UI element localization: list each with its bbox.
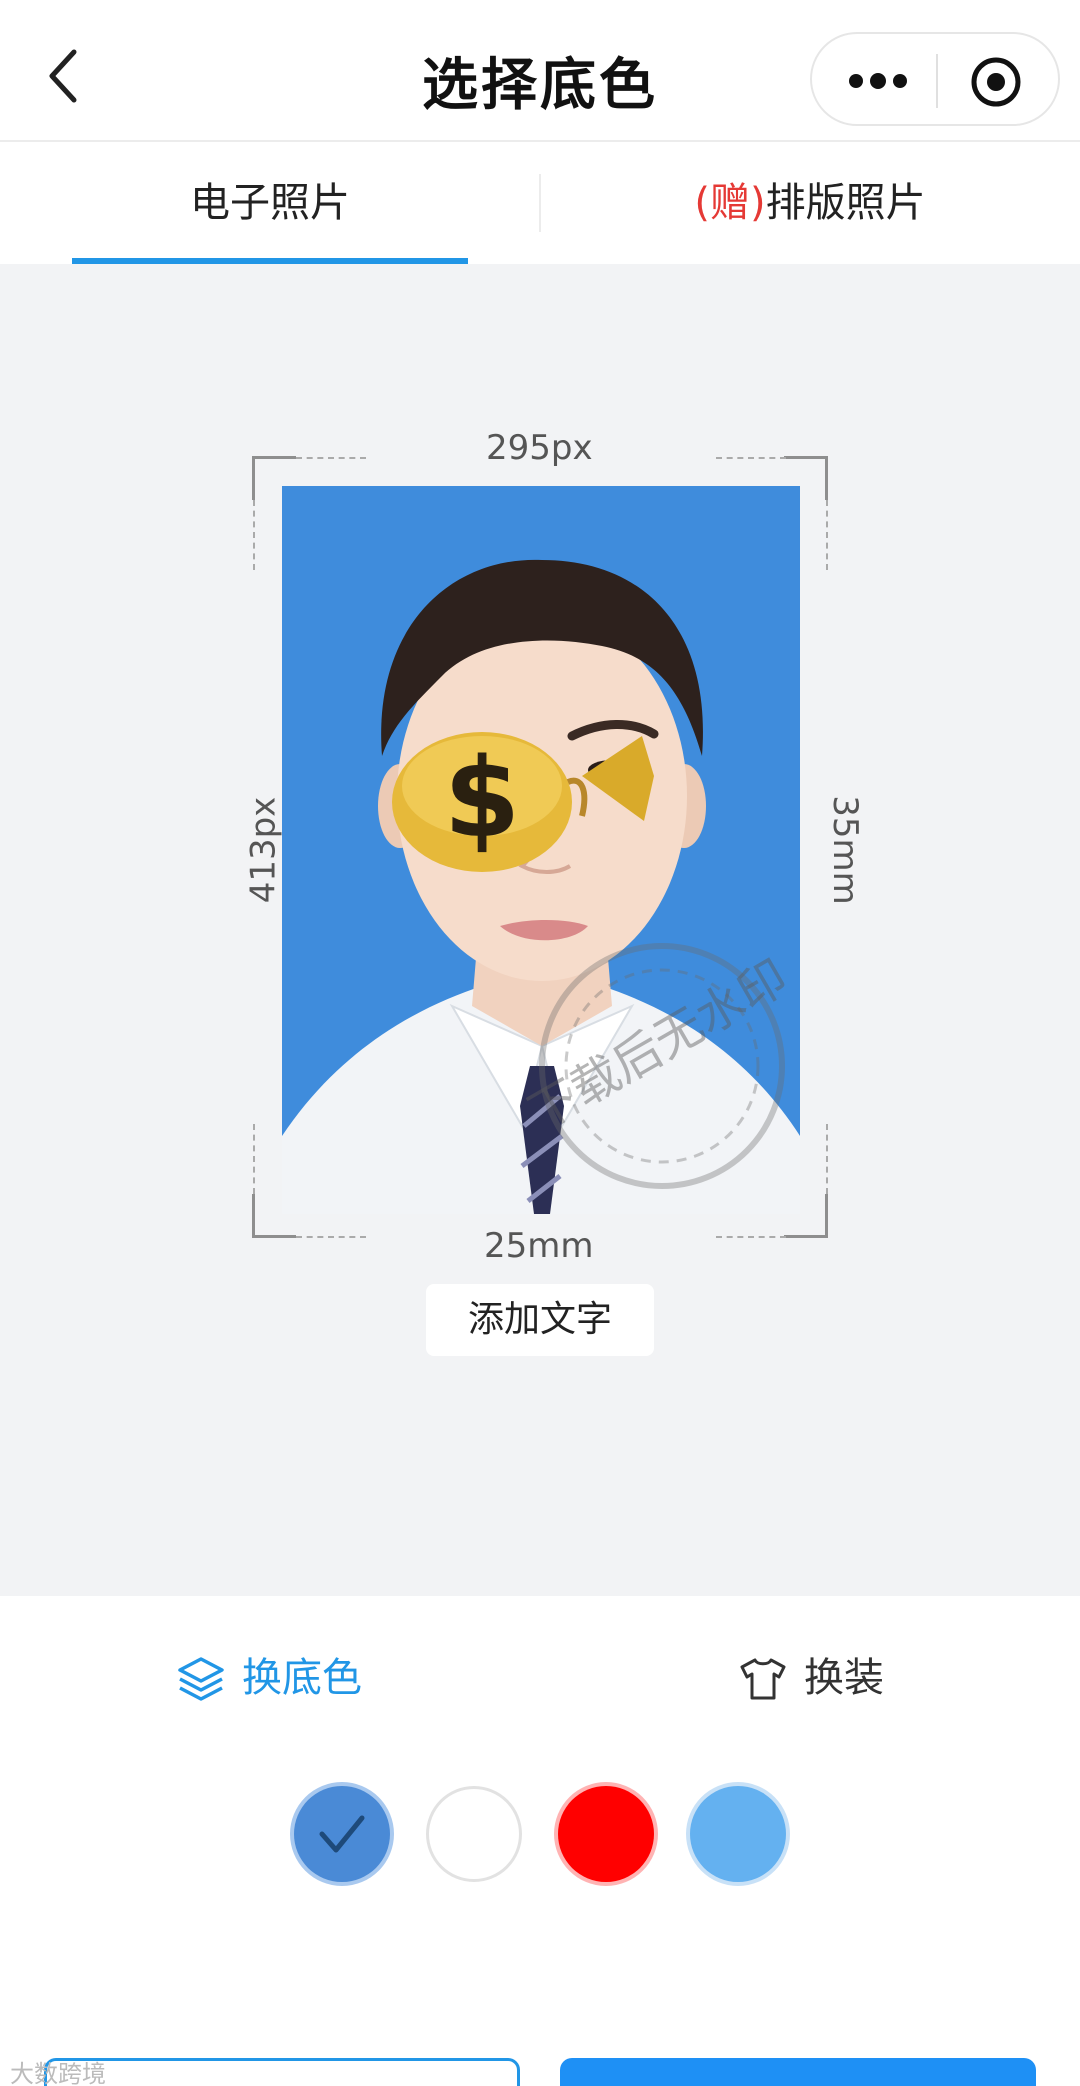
mini-program-capsule [810, 32, 1060, 126]
guide-dash [296, 1236, 366, 1238]
id-photo-preview[interactable]: $ 下载后无水印 [282, 486, 800, 1214]
tab-electronic-label: 电子照片 [190, 180, 350, 226]
swatch-blue-selected[interactable] [294, 1786, 390, 1882]
tab-electronic-photo[interactable]: 电子照片 [0, 142, 540, 264]
primary-action-button[interactable] [560, 2058, 1036, 2086]
tab-bar: 电子照片 (赠)排版照片 [0, 142, 1080, 264]
bottom-panel: 换底色 换装 [0, 1596, 1080, 2086]
swatch-white[interactable] [426, 1786, 522, 1882]
close-target-icon[interactable] [970, 56, 1022, 108]
swatch-red[interactable] [558, 1786, 654, 1882]
footer-watermark: 大数跨境 [10, 2060, 106, 2086]
svg-text:$: $ [444, 734, 521, 862]
add-text-button[interactable]: 添加文字 [426, 1284, 654, 1356]
gift-badge: (赠) [694, 180, 766, 226]
tab-active-indicator [72, 258, 468, 264]
height-px-label: 413px [243, 796, 284, 904]
layers-icon [176, 1654, 226, 1704]
change-background-label: 换底色 [242, 1655, 362, 1701]
capsule-divider [936, 54, 938, 108]
nav-bar: 选择底色 [0, 0, 1080, 142]
guide-dash [253, 1124, 255, 1194]
more-icon[interactable] [848, 64, 908, 98]
shirt-icon [738, 1654, 788, 1704]
height-mm-label: 35mm [824, 795, 865, 905]
tab-layout-label: 排版照片 [765, 180, 926, 226]
width-mm-label: 25mm [484, 1226, 594, 1266]
swatch-light-blue[interactable] [690, 1786, 786, 1882]
tab-layout-photo[interactable]: (赠)排版照片 [540, 142, 1080, 264]
guide-dash [716, 1236, 786, 1238]
width-px-label: 295px [486, 428, 593, 468]
guide-dash [716, 457, 786, 459]
guide-dash [826, 1124, 828, 1194]
change-clothes-label: 换装 [804, 1655, 884, 1701]
guide-dash [296, 457, 366, 459]
secondary-action-button[interactable] [44, 2058, 520, 2086]
check-icon [319, 1815, 365, 1853]
guide-dash [826, 500, 828, 570]
guide-dash [253, 500, 255, 570]
